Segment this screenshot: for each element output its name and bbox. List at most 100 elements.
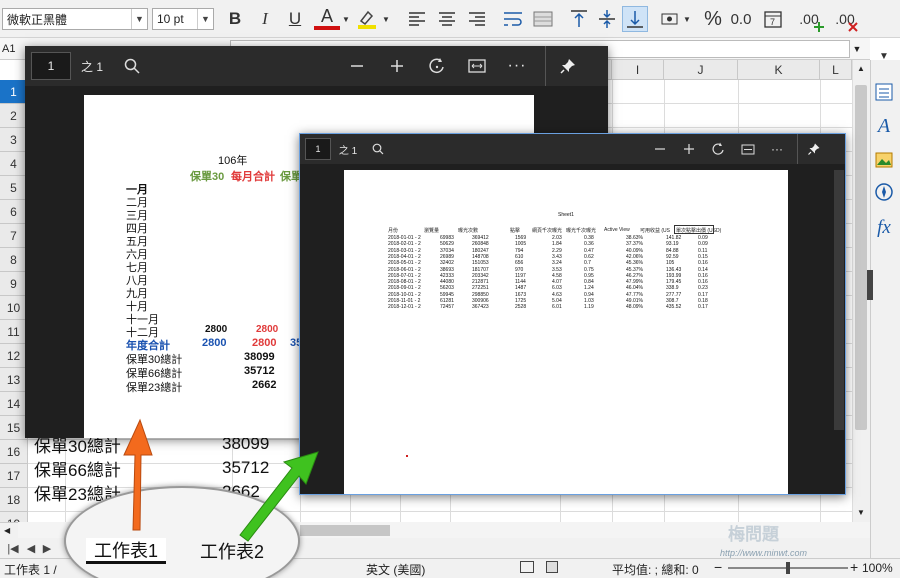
row-header-9[interactable]: 9: [0, 272, 28, 296]
navigator-icon[interactable]: [872, 180, 896, 204]
highlight-color-button[interactable]: [354, 6, 380, 32]
scroll-left-icon[interactable]: ◀: [4, 524, 16, 536]
next-sheet-icon[interactable]: ▶: [40, 540, 54, 556]
row-header-16[interactable]: 16: [0, 440, 28, 464]
row-header-3[interactable]: 3: [0, 128, 28, 152]
fit-width-icon[interactable]: [463, 52, 491, 80]
sheet-tab-2[interactable]: 工作表2: [192, 538, 272, 564]
row-header-10[interactable]: 10: [0, 296, 28, 320]
zoom-in-icon[interactable]: +: [850, 559, 858, 575]
row-header-13[interactable]: 13: [0, 368, 28, 392]
name-box[interactable]: A1: [2, 40, 24, 58]
scroll-down-icon[interactable]: ▼: [855, 506, 867, 518]
first-sheet-icon[interactable]: |◀: [6, 540, 20, 556]
align-left-button[interactable]: [404, 6, 430, 32]
pin-icon[interactable]: [554, 52, 582, 80]
chevron-down-icon[interactable]: ▼: [340, 6, 352, 32]
scroll-up-icon[interactable]: ▲: [855, 62, 867, 74]
align-top-button[interactable]: [566, 6, 592, 32]
pdf-scrollbar-2[interactable]: [834, 170, 844, 430]
search-icon[interactable]: [118, 52, 146, 80]
search-icon[interactable]: [368, 138, 388, 160]
legend-series-1: 保單30: [190, 171, 225, 183]
column-header-j[interactable]: J: [664, 60, 738, 80]
row-header-17[interactable]: 17: [0, 464, 28, 488]
chevron-down-icon[interactable]: ▼: [380, 6, 392, 32]
styles-icon[interactable]: A: [872, 114, 896, 138]
table-cell: 193.99: [666, 272, 682, 279]
pin-icon[interactable]: [804, 138, 824, 160]
row-header-11[interactable]: 11: [0, 320, 28, 344]
row-header-5[interactable]: 5: [0, 176, 28, 200]
row-header-14[interactable]: 14: [0, 392, 28, 416]
align-bottom-button[interactable]: [622, 6, 648, 32]
font-name-value: 微軟正黑體: [7, 12, 68, 27]
column-header-k[interactable]: K: [738, 60, 820, 80]
more-options-icon[interactable]: ···: [503, 52, 531, 80]
zoom-in-icon[interactable]: [383, 52, 411, 80]
table-cell: 3.43: [552, 253, 562, 260]
row-header-1[interactable]: 1: [0, 80, 28, 104]
page-number-input-2[interactable]: 1: [305, 138, 331, 160]
vertical-scroll-thumb[interactable]: [855, 85, 867, 430]
percent-format-button[interactable]: %: [700, 6, 726, 32]
number-format-button[interactable]: 0.0: [728, 6, 754, 32]
selection-mode-icon[interactable]: [520, 561, 534, 573]
rotate-icon[interactable]: [708, 138, 728, 160]
row-header-4[interactable]: 4: [0, 152, 28, 176]
sheet-tab-1[interactable]: 工作表1: [86, 538, 167, 564]
table-cell: 44080: [440, 279, 454, 286]
font-color-button[interactable]: A: [314, 6, 340, 30]
fit-width-icon[interactable]: [738, 138, 758, 160]
chevron-down-icon[interactable]: ▼: [131, 9, 147, 29]
row-header-7[interactable]: 7: [0, 224, 28, 248]
align-middle-button[interactable]: [594, 6, 620, 32]
cell-a17[interactable]: 保單66總計: [34, 456, 121, 480]
chevron-down-icon[interactable]: ▼: [197, 9, 213, 29]
row-header-2[interactable]: 2: [0, 104, 28, 128]
table-header: 月份: [388, 228, 399, 234]
row-header-12[interactable]: 12: [0, 344, 28, 368]
page-number-input-1[interactable]: 1: [31, 52, 71, 80]
sidebar-menu-icon[interactable]: ▼: [872, 44, 896, 68]
underline-button[interactable]: U: [282, 6, 308, 32]
table-cell: 4.58: [552, 272, 562, 279]
zoom-out-icon[interactable]: [343, 52, 371, 80]
status-language[interactable]: 英文 (美國): [366, 561, 425, 578]
italic-button[interactable]: I: [252, 6, 278, 32]
row-header-18[interactable]: 18: [0, 488, 28, 512]
functions-icon[interactable]: fx: [872, 216, 896, 240]
font-size-box[interactable]: 10 pt ▼: [152, 8, 214, 30]
table-cell: 2018-06-01 - 2: [388, 266, 421, 273]
row-header-8[interactable]: 8: [0, 248, 28, 272]
align-center-button[interactable]: [434, 6, 460, 32]
table-cell: 59945: [440, 291, 454, 298]
more-options-icon[interactable]: ···: [767, 138, 787, 160]
cell-b17[interactable]: 35712: [222, 456, 269, 480]
zoom-out-icon[interactable]: −: [714, 559, 722, 575]
zoom-slider-thumb[interactable]: [786, 562, 790, 574]
date-format-button[interactable]: 7: [760, 6, 786, 32]
rotate-icon[interactable]: [423, 52, 451, 80]
font-name-box[interactable]: 微軟正黑體 ▼: [2, 8, 148, 30]
column-header-i[interactable]: I: [612, 60, 664, 80]
currency-format-button[interactable]: [658, 6, 684, 32]
prev-sheet-icon[interactable]: ◀: [24, 540, 38, 556]
properties-icon[interactable]: [872, 80, 896, 104]
sidebar-collapse-handle[interactable]: [867, 270, 873, 300]
chevron-down-icon[interactable]: ▼: [682, 6, 692, 32]
wrap-text-button[interactable]: [500, 6, 526, 32]
zoom-out-icon[interactable]: [650, 138, 670, 160]
horizontal-scroll-thumb[interactable]: [300, 525, 390, 536]
row-header-15[interactable]: 15: [0, 416, 28, 440]
align-right-button[interactable]: [464, 6, 490, 32]
column-header-l[interactable]: L: [820, 60, 852, 80]
gallery-icon[interactable]: [872, 148, 896, 172]
row-header-6[interactable]: 6: [0, 200, 28, 224]
merge-cells-button[interactable]: [530, 6, 556, 32]
chevron-down-icon[interactable]: ▼: [850, 40, 864, 58]
zoom-in-icon[interactable]: [679, 138, 699, 160]
status-zoom[interactable]: 100%: [862, 561, 893, 575]
bold-button[interactable]: B: [222, 6, 248, 32]
table-cell: 4.07: [552, 279, 562, 286]
